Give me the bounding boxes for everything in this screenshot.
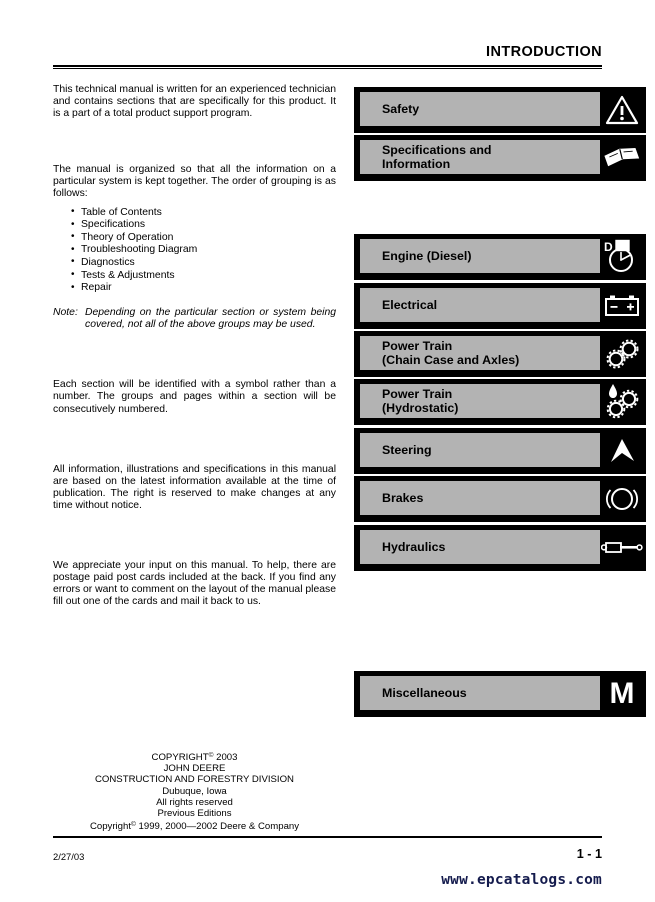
note-text: Depending on the particular section or s… xyxy=(85,306,336,331)
diesel-engine-icon: D xyxy=(600,234,644,280)
section-label: Power Train (Hydrostatic) xyxy=(382,386,459,415)
section-label-panel: Specifications and Information xyxy=(360,140,600,174)
manual-page: INTRODUCTION This technical manual is wr… xyxy=(0,0,655,902)
copyright-line-4: Dubuque, Iowa xyxy=(162,785,227,797)
intro-paragraph-2: The manual is organized so that all the … xyxy=(53,164,336,200)
intro-paragraph-1: This technical manual is written for an … xyxy=(53,84,337,120)
copyright-line-2: JOHN DEERE xyxy=(163,763,226,775)
section-label: Electrical xyxy=(382,297,438,312)
specifications-book-icon xyxy=(600,135,644,181)
section-label-panel: Hydraulics xyxy=(360,530,600,564)
section-label: Steering xyxy=(382,442,432,457)
grouping-list: Table of Contents Specifications Theory … xyxy=(53,206,336,295)
section-label: Brakes xyxy=(382,490,424,505)
list-item: Tests & Adjustments xyxy=(71,269,336,283)
gears-icon xyxy=(600,331,644,377)
body-text-column: This technical manual is written for an … xyxy=(53,84,336,608)
section-box-safety[interactable]: Safety xyxy=(354,87,646,133)
warning-triangle-icon xyxy=(600,87,644,133)
copyright-line-6: Previous Editions xyxy=(157,808,232,820)
section-label: Miscellaneous xyxy=(382,685,467,700)
list-item: Repair xyxy=(71,282,336,295)
note-label: Note: xyxy=(53,306,78,318)
battery-icon xyxy=(600,283,644,329)
section-box-hydraulics[interactable]: Hydraulics xyxy=(354,525,646,571)
gears-with-oil-drop-icon xyxy=(600,379,644,425)
brake-disc-icon xyxy=(600,476,644,522)
section-label-panel: Brakes xyxy=(360,481,600,515)
section-box-power-train-chain-case[interactable]: Power Train (Chain Case and Axles) xyxy=(354,331,646,377)
letter-m-icon: M xyxy=(609,677,635,710)
section-box-power-train-hydrostatic[interactable]: Power Train (Hydrostatic) xyxy=(354,379,646,425)
intro-paragraph-3: Each section will be identified with a s… xyxy=(53,379,336,415)
section-box-electrical[interactable]: Electrical xyxy=(354,283,646,329)
section-label-panel: Power Train (Chain Case and Axles) xyxy=(360,336,600,370)
section-label: Hydraulics xyxy=(382,539,446,554)
section-label-panel: Miscellaneous xyxy=(360,676,600,710)
list-item: Diagnostics xyxy=(71,256,336,270)
intro-paragraph-5: We appreciate your input on this manual.… xyxy=(53,559,337,608)
footer-date: 2/27/03 xyxy=(53,851,85,862)
svg-text:D: D xyxy=(604,240,613,254)
section-label: Engine (Diesel) xyxy=(382,248,472,263)
hydraulic-cylinder-icon xyxy=(600,525,644,571)
copyright-line-7: Copyright© 1999, 2000—2002 Deere & Compa… xyxy=(89,821,300,833)
section-box-steering[interactable]: Steering xyxy=(354,428,646,474)
copyright-block: COPYRIGHT© 2003 JOHN DEERE CONSTRUCTION … xyxy=(53,750,336,832)
list-item: Table of Contents xyxy=(71,206,336,220)
note-block: Note: Depending on the particular sectio… xyxy=(53,307,336,332)
section-label: Specifications and Information xyxy=(382,142,492,171)
section-index: Safety Specifications and Information En… xyxy=(354,0,646,902)
copyright-line-1: COPYRIGHT© 2003 xyxy=(151,752,238,763)
section-box-miscellaneous[interactable]: Miscellaneous M xyxy=(354,671,646,717)
section-label-panel: Safety xyxy=(360,92,600,126)
list-item: Troubleshooting Diagram xyxy=(71,244,336,257)
list-item: Specifications xyxy=(71,219,336,232)
intro-paragraph-4: All information, illustrations and speci… xyxy=(53,463,336,511)
section-label: Power Train (Chain Case and Axles) xyxy=(382,338,520,367)
section-label-panel: Steering xyxy=(360,433,600,467)
section-label-panel: Engine (Diesel) xyxy=(360,239,600,273)
section-label-panel: Electrical xyxy=(360,288,600,322)
section-box-specifications[interactable]: Specifications and Information xyxy=(354,135,646,181)
steering-hub-icon xyxy=(600,428,644,474)
copyright-line-5: All rights reserved xyxy=(156,796,233,808)
section-box-engine[interactable]: Engine (Diesel) D xyxy=(354,234,646,280)
copyright-line-3: CONSTRUCTION AND FORESTRY DIVISION xyxy=(94,774,294,786)
list-item: Theory of Operation xyxy=(71,231,336,245)
section-label-panel: Power Train (Hydrostatic) xyxy=(360,384,600,418)
section-box-brakes[interactable]: Brakes xyxy=(354,476,646,522)
section-label: Safety xyxy=(382,101,420,116)
